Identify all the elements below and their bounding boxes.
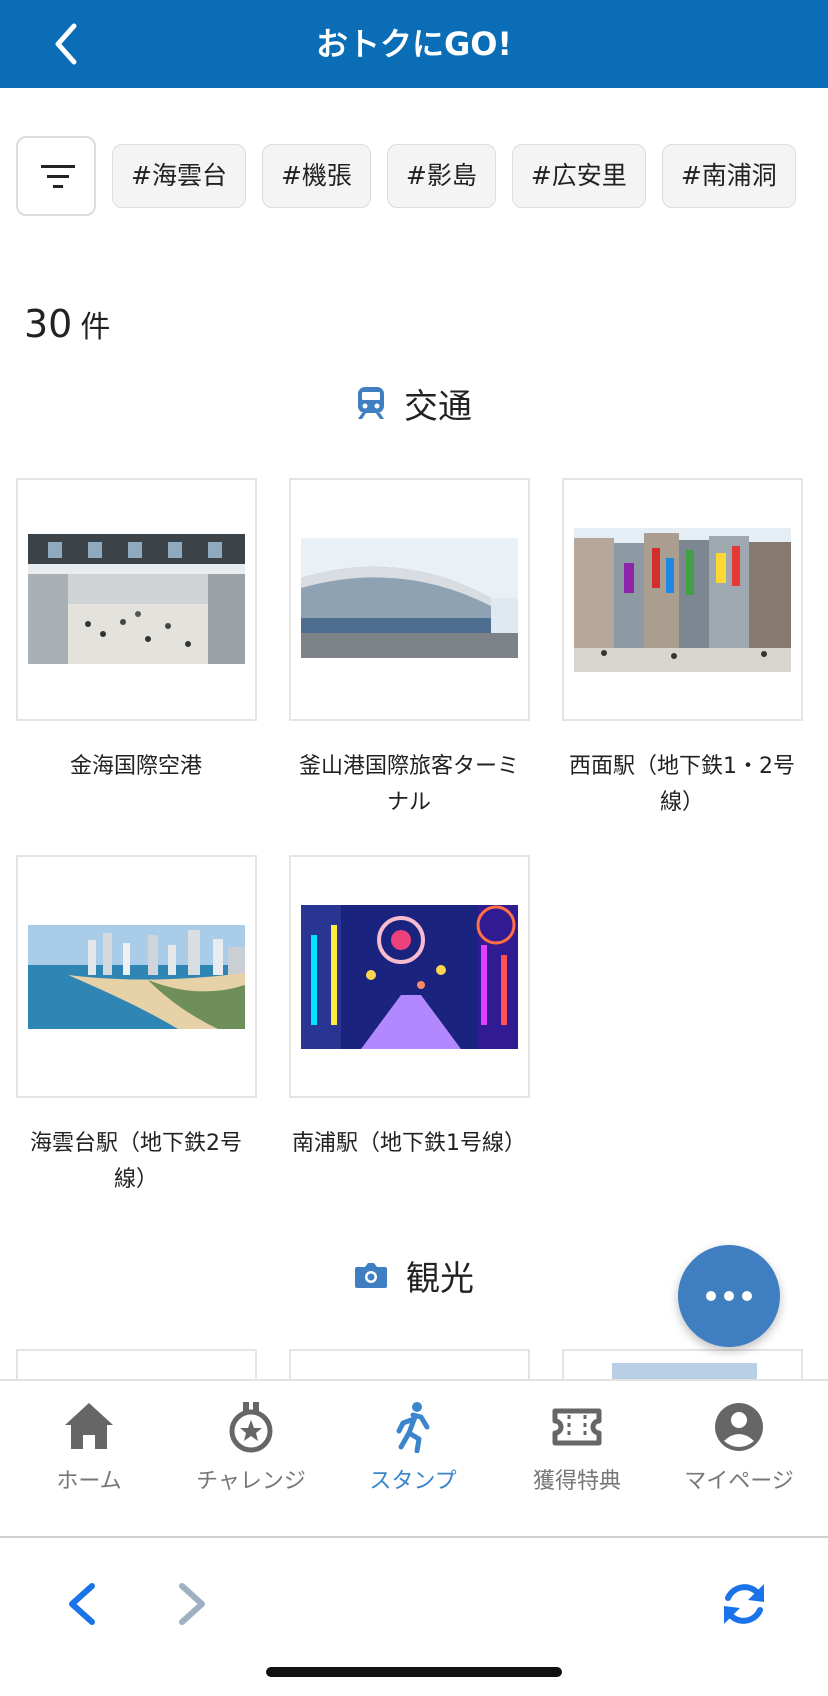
app-header: おトクにGO!	[0, 0, 828, 88]
tag-chip[interactable]: #機張	[261, 144, 371, 208]
browser-back-icon[interactable]	[62, 1580, 102, 1628]
spot-card-partial[interactable]	[562, 1349, 803, 1381]
tab-label: ホーム	[56, 1469, 122, 1494]
bottom-tab-bar: ホーム チャレンジ スタンプ 獲得特典 マイページ	[0, 1379, 828, 1538]
caption-line: 釜山港国際旅客ターミ	[298, 754, 519, 779]
filter-button[interactable]	[16, 136, 96, 216]
result-count-number: 30	[24, 302, 73, 346]
page-title: おトクにGO!	[315, 25, 513, 63]
tab-label: チャレンジ	[196, 1469, 306, 1494]
more-dots-icon	[742, 1291, 752, 1301]
browser-forward-icon[interactable]	[172, 1580, 212, 1628]
spot-caption: 釜山港国際旅客ターミ ナル	[279, 749, 539, 821]
train-icon	[358, 387, 384, 419]
spot-image-nampo	[301, 905, 518, 1049]
section-title: 観光	[406, 1258, 474, 1299]
section-header-transport: 交通	[0, 378, 828, 428]
tab-challenge[interactable]: チャレンジ	[168, 1381, 334, 1538]
spot-image-seomyeon	[574, 528, 791, 672]
tag-chip[interactable]: #海雲台	[112, 144, 246, 208]
spot-card-nampo-station[interactable]	[289, 855, 530, 1098]
caption-line: 海雲台駅（地下鉄2号	[30, 1131, 242, 1156]
tag-chip[interactable]: #南浦洞	[661, 144, 796, 208]
spot-caption: 南浦駅（地下鉄1号線）	[279, 1126, 539, 1162]
section-title: 交通	[404, 386, 472, 427]
spot-card-haeundae-station[interactable]	[16, 855, 257, 1098]
spot-card-seomyeon-station[interactable]	[562, 478, 803, 721]
filter-icon	[41, 165, 75, 188]
spot-card-partial[interactable]	[289, 1349, 530, 1379]
result-count-unit: 件	[80, 310, 111, 345]
caption-line: 線）	[659, 790, 704, 815]
walking-icon	[396, 1402, 430, 1453]
tab-label: マイページ	[684, 1469, 794, 1494]
spot-caption: 西面駅（地下鉄1・2号 線）	[552, 749, 812, 821]
spot-card-partial[interactable]	[16, 1349, 257, 1379]
caption-line: 線）	[113, 1167, 158, 1192]
reload-icon[interactable]	[718, 1578, 770, 1630]
spot-card-gimhae-airport[interactable]	[16, 478, 257, 721]
home-indicator	[266, 1667, 562, 1677]
more-actions-button[interactable]	[678, 1245, 780, 1347]
tab-rewards[interactable]: 獲得特典	[494, 1381, 660, 1538]
tab-home[interactable]: ホーム	[6, 1381, 172, 1538]
tab-mypage[interactable]: マイページ	[656, 1381, 822, 1538]
ticket-icon	[552, 1408, 602, 1446]
spot-image-haeundae	[28, 925, 245, 1029]
tag-chip[interactable]: #広安里	[511, 144, 646, 208]
spot-image-airport	[28, 534, 245, 664]
tag-chip[interactable]: #影島	[386, 144, 496, 208]
medal-icon	[229, 1402, 273, 1453]
spot-card-busan-port-terminal[interactable]	[289, 478, 530, 721]
user-icon	[715, 1403, 763, 1451]
tag-list: #海雲台 #機張 #影島 #広安里 #南浦洞	[112, 144, 812, 208]
tab-stamp[interactable]: スタンプ	[330, 1381, 496, 1538]
caption-line: 西面駅（地下鉄1・2号	[569, 754, 795, 779]
more-dots-icon	[724, 1291, 734, 1301]
spot-image-terminal	[301, 538, 518, 658]
tag-filter-bar: #海雲台 #機張 #影島 #広安里 #南浦洞	[16, 136, 812, 216]
spot-caption: 金海国際空港	[6, 749, 266, 785]
caption-line: ナル	[386, 790, 431, 815]
caption-line: 南浦駅（地下鉄1号線）	[292, 1131, 526, 1156]
result-count: 30 件	[24, 300, 110, 348]
tab-label: スタンプ	[369, 1469, 457, 1494]
camera-icon	[355, 1263, 387, 1288]
tab-label: 獲得特典	[532, 1469, 621, 1494]
spot-caption: 海雲台駅（地下鉄2号 線）	[6, 1126, 266, 1198]
caption-line: 金海国際空港	[69, 754, 202, 779]
home-icon	[65, 1403, 113, 1449]
more-dots-icon	[706, 1291, 716, 1301]
